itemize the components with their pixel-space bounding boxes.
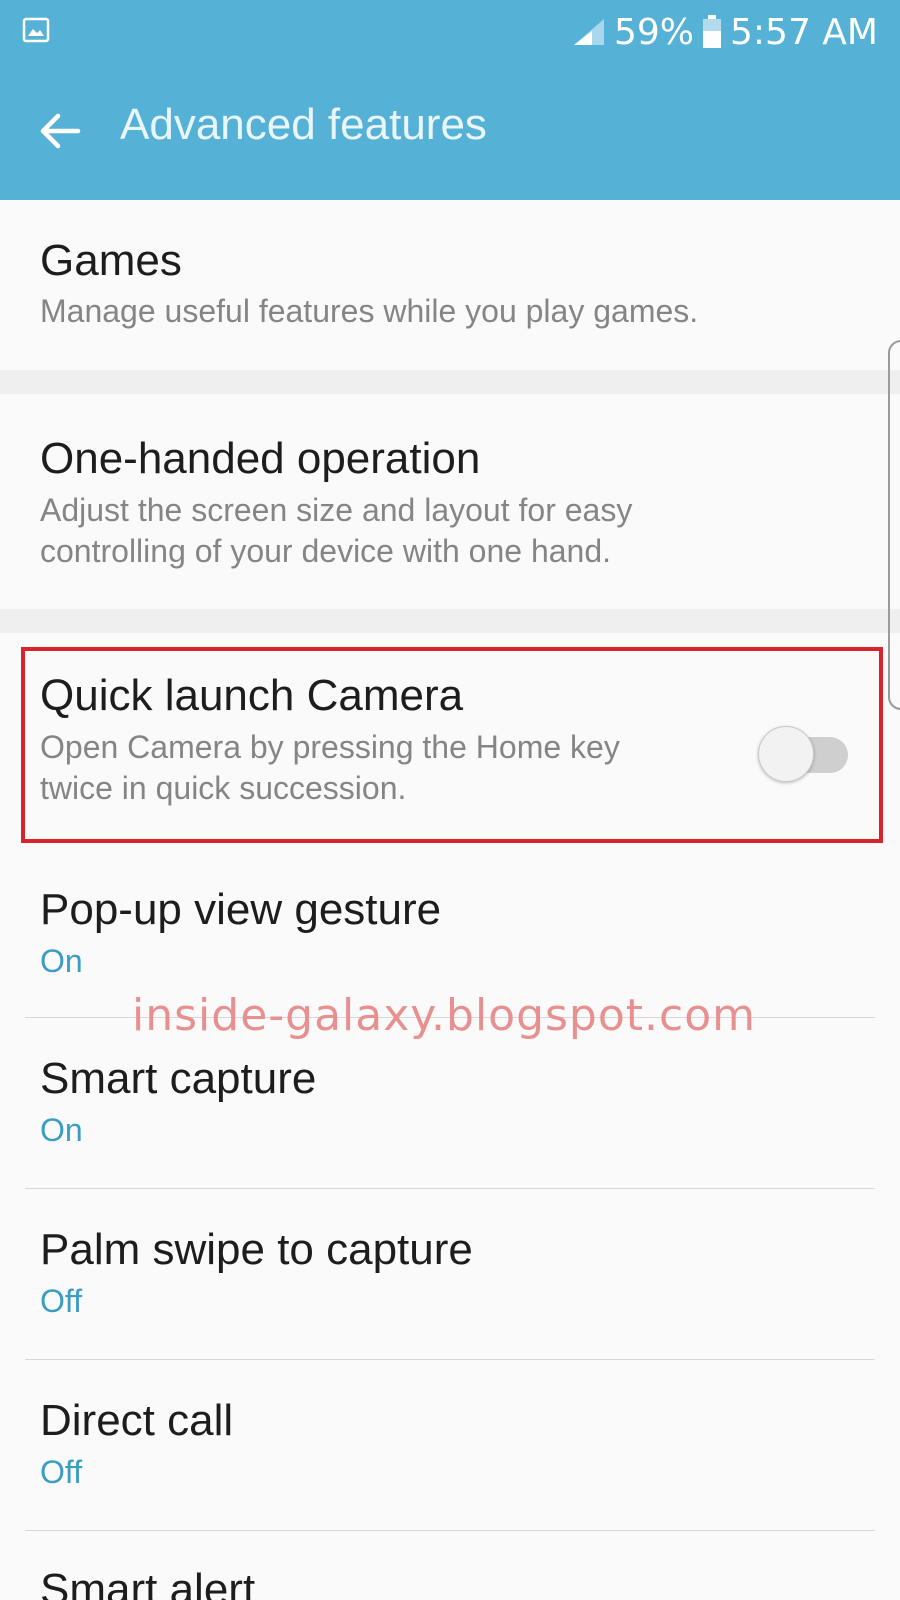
- setting-palm-swipe-to-capture[interactable]: Palm swipe to capture Off: [0, 1189, 900, 1360]
- setting-summary: Manage useful features while you play ga…: [40, 293, 699, 329]
- setting-status: Off: [40, 1283, 83, 1319]
- status-right: 59% 5:57 AM: [572, 8, 878, 56]
- setting-direct-call[interactable]: Direct call Off: [0, 1360, 900, 1531]
- section-separator: [0, 609, 900, 633]
- battery-percent: 59%: [614, 11, 695, 53]
- setting-title: One-handed operation: [40, 434, 481, 483]
- section-separator: [0, 370, 900, 394]
- games-group: Games Manage useful features while you p…: [0, 200, 900, 370]
- setting-summary-line-2: twice in quick succession.: [40, 770, 407, 806]
- battery-icon: [703, 15, 722, 48]
- setting-title: Smart capture: [40, 1054, 317, 1103]
- clock: 5:57 AM: [730, 11, 878, 53]
- setting-title: Palm swipe to capture: [40, 1225, 473, 1274]
- setting-summary-line-2: controlling of your device with one hand…: [40, 533, 612, 569]
- image-notification-icon: [22, 17, 50, 43]
- page-title: Advanced features: [120, 100, 487, 149]
- setting-status: On: [40, 943, 83, 979]
- one-handed-group: One-handed operation Adjust the screen s…: [0, 394, 900, 609]
- setting-title: Quick launch Camera: [40, 671, 464, 720]
- setting-summary-line-1: Adjust the screen size and layout for ea…: [40, 492, 633, 528]
- signal-icon: [574, 19, 604, 45]
- setting-title: Games: [40, 236, 182, 285]
- setting-status: On: [40, 1112, 83, 1148]
- quick-launch-camera-switch[interactable]: [758, 718, 854, 782]
- gestures-group: Quick launch Camera Open Camera by press…: [0, 633, 900, 1600]
- edge-panel-handle[interactable]: [888, 340, 900, 710]
- back-arrow-icon[interactable]: [38, 108, 84, 154]
- setting-one-handed-operation[interactable]: One-handed operation Adjust the screen s…: [0, 394, 900, 609]
- setting-summary-line-1: Open Camera by pressing the Home key: [40, 729, 620, 765]
- setting-games[interactable]: Games Manage useful features while you p…: [0, 200, 900, 370]
- app-bar: Advanced features: [0, 64, 900, 200]
- setting-title: Smart alert: [40, 1565, 256, 1600]
- watermark: inside-galaxy.blogspot.com: [132, 990, 756, 1041]
- settings-list: Games Manage useful features while you p…: [0, 200, 900, 1600]
- status-bar: 59% 5:57 AM: [0, 0, 900, 64]
- setting-status: Off: [40, 1454, 83, 1490]
- switch-knob: [758, 726, 814, 782]
- setting-smart-alert[interactable]: Smart alert: [0, 1531, 900, 1600]
- setting-title: Pop-up view gesture: [40, 885, 442, 934]
- setting-title: Direct call: [40, 1396, 234, 1445]
- setting-smart-capture[interactable]: Smart capture On: [0, 1018, 900, 1189]
